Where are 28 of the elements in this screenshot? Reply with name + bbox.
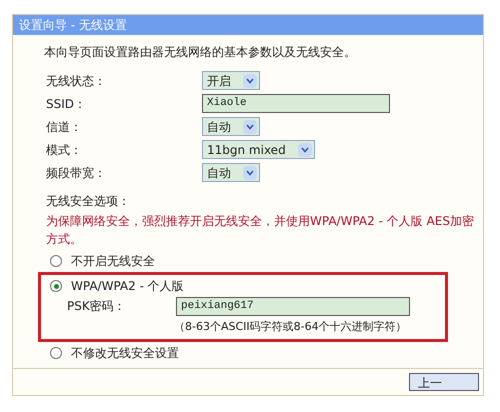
psk-label: PSK密码： (66, 298, 127, 315)
dropdown-arrow-icon (243, 74, 257, 88)
psk-hint: （8-63个ASCII码字符或8-64个十六进制字符） (174, 319, 408, 335)
radio-button[interactable] (50, 255, 62, 267)
dropdown-arrow-icon (243, 120, 257, 134)
warning-text: 为保障网络安全，强烈推荐开启无线安全，并使用WPA/WPA2 - 个人版 AES加密方式。 (46, 213, 475, 248)
intro-text: 本向导页面设置路由器无线网络的基本参数以及无线安全。 (44, 44, 357, 61)
radio-label: 不修改无线安全设置 (71, 345, 179, 362)
field-label: 无线状态： (46, 72, 107, 90)
panel-title: 设置向导 - 无线设置 (13, 15, 483, 35)
radio-button[interactable] (50, 280, 62, 292)
dropdown[interactable]: 自动 (202, 117, 260, 136)
ssid-input[interactable]: Xiaole (202, 94, 390, 113)
dropdown-arrow-icon (298, 142, 312, 156)
radio-label: 不开启无线安全 (71, 253, 155, 270)
dropdown[interactable]: 开启 (202, 71, 260, 90)
password-input[interactable]: peixiang617 (176, 296, 410, 316)
field-label: 信道： (46, 118, 83, 136)
dropdown[interactable]: 11bgn mixed (202, 140, 315, 159)
radio-label: WPA/WPA2 - 个人版 (71, 278, 184, 295)
back-button[interactable]: 上一 (409, 373, 479, 391)
section-heading: 无线安全选项： (46, 193, 131, 210)
field-label: 频段带宽： (46, 164, 107, 182)
dropdown-arrow-icon (243, 166, 257, 180)
field-label: SSID： (46, 96, 88, 112)
dropdown[interactable]: 自动 (202, 163, 260, 182)
field-label: 模式： (46, 142, 83, 158)
radio-button[interactable] (50, 347, 62, 359)
